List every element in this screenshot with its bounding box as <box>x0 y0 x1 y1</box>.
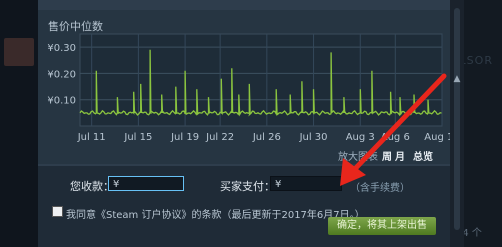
zoom-control-0[interactable]: 放大图表 <box>338 150 378 163</box>
x-tick-label: Aug 10 <box>424 132 450 143</box>
price-chart-panel: 售价中位数 ¥0.10 ¥0.20 ¥0.30 Jul 11 Jul 15 Jul 19 J… <box>38 10 450 164</box>
x-tick-label: Jul 15 <box>123 132 152 143</box>
x-tick-label: Aug 3 <box>346 132 375 143</box>
sell-dialog: 售价中位数 ¥0.10 ¥0.20 ¥0.30 Jul 11 Jul 15 Jul 19 J… <box>38 0 450 247</box>
scrollbar-thumb[interactable] <box>454 8 460 230</box>
item-thumbnail <box>4 38 34 66</box>
y-tick-label: ¥0.10 <box>47 96 76 107</box>
agree-terms-text[interactable]: 我同意《Steam 订户协议》的条款（最后更新于2017年6月7日。） <box>66 206 365 221</box>
buyer-pay-label: 买家支付： <box>220 180 275 193</box>
x-tick-label: Jul 26 <box>252 132 281 143</box>
receive-amount-input[interactable]: ¥ <box>108 176 184 191</box>
agree-checkbox[interactable] <box>52 206 63 217</box>
y-tick-label: ¥0.20 <box>47 69 76 80</box>
x-tick-label: Jul 19 <box>170 132 199 143</box>
price-chart[interactable]: ¥0.10 ¥0.20 ¥0.30 Jul 11 Jul 15 Jul 19 Jul 22 J… <box>38 10 450 164</box>
fee-note: （含手续费） <box>350 183 410 194</box>
left-background-strip <box>0 0 38 247</box>
zoom-control-3[interactable]: 总览 <box>413 150 433 163</box>
scroll-up-arrow-icon[interactable]: ▲ <box>452 74 462 84</box>
x-tick-label: Jul 22 <box>205 132 234 143</box>
x-tick-label: Aug 6 <box>381 132 410 143</box>
x-tick-label: Jul 11 <box>77 132 106 143</box>
price-form: 您收款： ¥ 买家支付： ¥ （含手续费） 我同意《Steam 订户协议》的条款… <box>38 166 450 247</box>
y-tick-label: ¥0.30 <box>47 43 76 54</box>
zoom-control-2[interactable]: 月 <box>394 151 405 163</box>
confirm-sell-button[interactable]: 确定，将其上架出售 <box>328 217 436 235</box>
zoom-control-1[interactable]: 周 <box>382 151 392 163</box>
buyer-pay-input[interactable]: ¥ <box>270 176 342 191</box>
x-tick-label: Jul 30 <box>299 132 328 143</box>
